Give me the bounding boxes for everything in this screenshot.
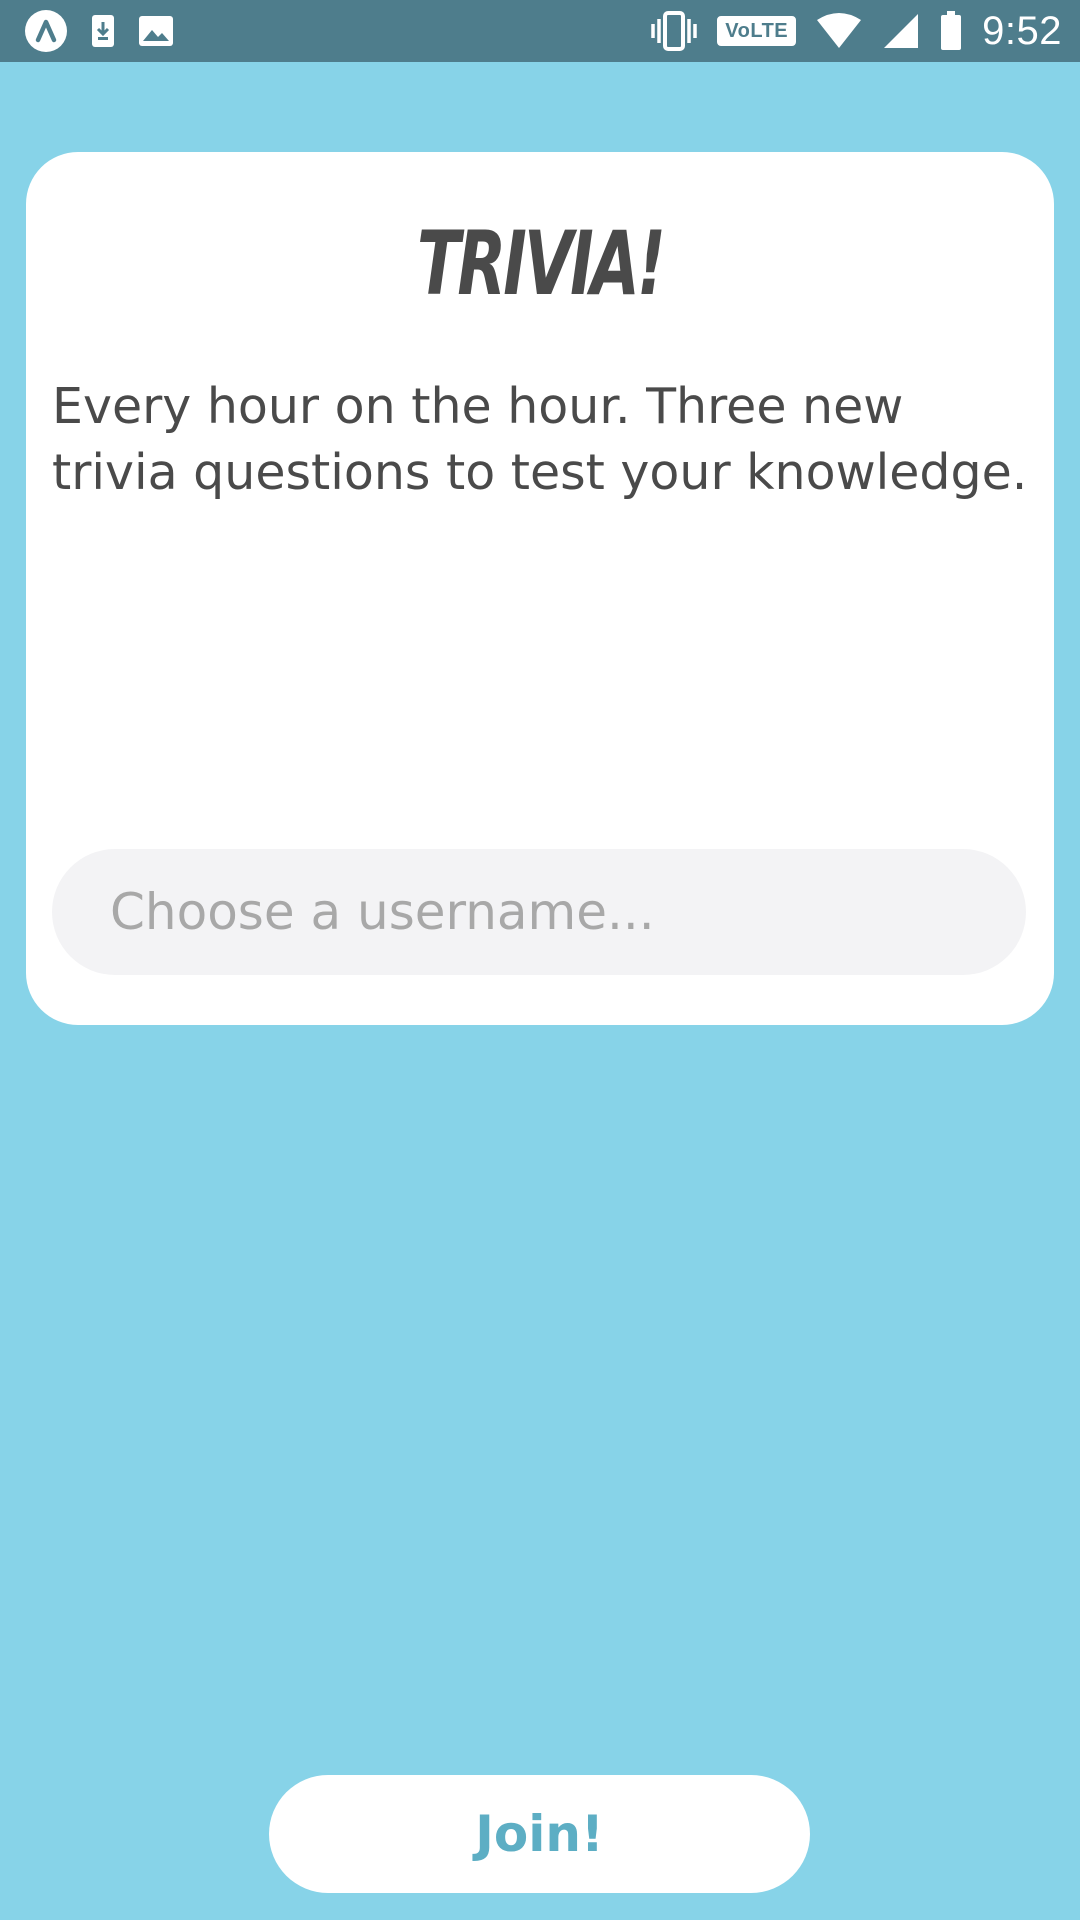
vibrate-icon: [651, 11, 698, 51]
wifi-icon: [816, 12, 862, 50]
app-notification-icon: [24, 9, 68, 53]
trivia-logo: TRIVIA!: [417, 212, 666, 315]
status-bar-right: VoLTE 9:52: [651, 8, 1062, 54]
volte-icon: VoLTE: [717, 16, 797, 46]
download-icon: [90, 13, 116, 49]
cell-signal-icon: [882, 12, 920, 50]
intro-card: TRIVIA! Every hour on the hour. Three ne…: [26, 152, 1054, 1025]
username-input[interactable]: [52, 849, 1026, 975]
intro-description: Every hour on the hour. Three new trivia…: [52, 378, 1028, 501]
status-bar: VoLTE 9:52: [0, 0, 1080, 62]
trivia-screen: VoLTE 9:52 TRIVIA! Every hour on the hou…: [0, 0, 1080, 1920]
battery-icon: [940, 11, 962, 51]
image-icon: [138, 15, 174, 47]
status-bar-left: [24, 10, 174, 52]
join-button[interactable]: Join!: [269, 1775, 810, 1893]
status-clock: 9:52: [982, 8, 1062, 53]
